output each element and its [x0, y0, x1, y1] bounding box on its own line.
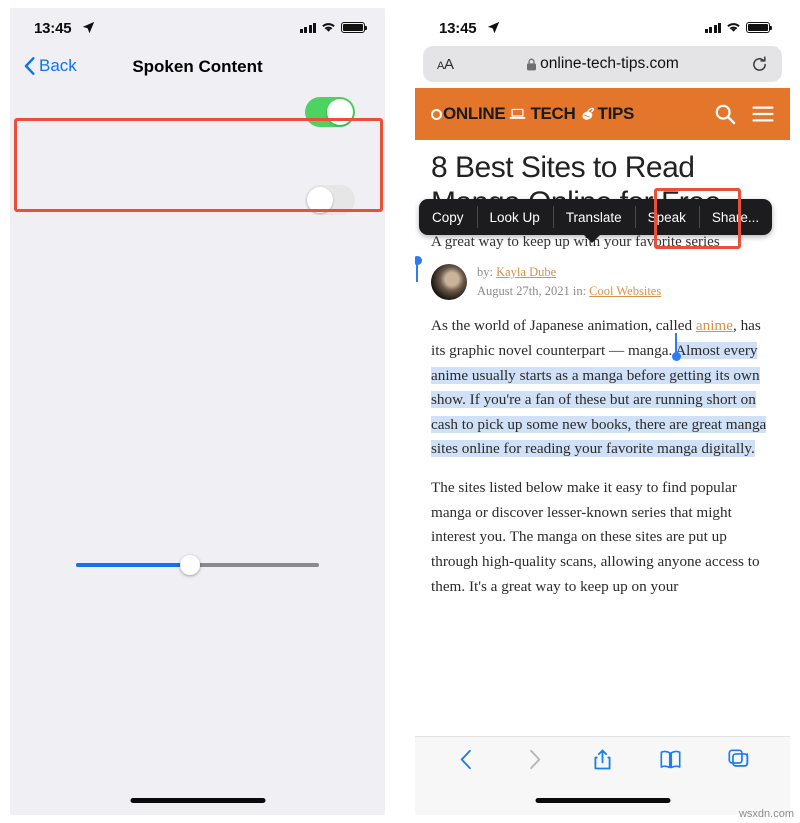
settings-background	[10, 8, 385, 815]
right-phone-safari: 13:45 AA online-tech-tips.com ONLINE TEC…	[415, 8, 790, 815]
location-arrow-icon	[82, 21, 95, 34]
logo-word-online: ONLINE	[443, 104, 506, 123]
article-date: August 27th, 2021	[477, 283, 570, 298]
handle-bar	[416, 260, 419, 282]
home-indicator	[130, 798, 265, 803]
text-selection-context-menu: Copy Look Up Translate Speak Share...	[419, 199, 773, 235]
right-status-bar: 13:45	[415, 8, 790, 46]
status-time: 13:45	[34, 20, 72, 37]
screenshot-stage: 13:45 Back Spoken Content 13:45 AA onlin…	[0, 0, 800, 823]
article-subtitle: A great way to keep up with your favorit…	[431, 233, 720, 250]
logo-o-ring-icon	[431, 108, 442, 120]
selected-text[interactable]: Almost every anime usually starts as a m…	[431, 341, 767, 458]
byline-prefix: by:	[477, 264, 493, 279]
article-byline: by: Kayla Dube August 27th, 2021 in: Coo…	[431, 263, 774, 301]
toggle-knob	[327, 99, 353, 125]
author-link[interactable]: Kayla Dube	[496, 265, 556, 279]
author-avatar	[431, 263, 467, 300]
safari-url-bar[interactable]: AA online-tech-tips.com	[423, 46, 782, 82]
article-body: 8 Best Sites to Read Manga Online for Fr…	[415, 140, 790, 599]
battery-full-icon	[746, 22, 772, 33]
speak-screen-toggle[interactable]	[305, 184, 355, 215]
byline-text: by: Kayla Dube August 27th, 2021 in: Coo…	[477, 263, 661, 301]
toggle-knob	[307, 186, 333, 213]
book-icon[interactable]	[659, 748, 682, 771]
category-link[interactable]: Cool Websites	[589, 284, 661, 298]
slider-fill	[76, 562, 191, 567]
location-arrow-icon	[487, 21, 500, 34]
article-paragraph-2: The sites listed below make it easy to f…	[431, 479, 760, 595]
anime-link[interactable]: anime	[696, 317, 733, 334]
url-text: online-tech-tips.com	[540, 55, 679, 72]
page-title: Spoken Content	[132, 57, 263, 76]
speaking-rate-slider[interactable]	[76, 554, 319, 575]
paragraph1-pre: As the world of Japanese animation, call…	[431, 317, 696, 335]
ctx-speak-button[interactable]: Speak	[634, 199, 699, 235]
wifi-icon	[727, 23, 740, 32]
safari-bottom-toolbar	[415, 736, 790, 815]
cellular-signal-icon	[704, 22, 721, 33]
ctx-share-button[interactable]: Share...	[698, 199, 772, 235]
chevron-right-icon[interactable]	[523, 748, 546, 771]
wifi-icon	[322, 23, 335, 32]
search-icon[interactable]	[714, 103, 736, 125]
left-status-bar: 13:45	[10, 8, 385, 46]
ctx-translate-button[interactable]: Translate	[552, 199, 635, 235]
slider-thumb[interactable]	[180, 554, 201, 575]
settings-navbar: Back Spoken Content	[10, 46, 385, 90]
toolbar-row	[415, 737, 790, 781]
text-size-button[interactable]: AA	[437, 56, 454, 73]
context-menu-pointer	[583, 234, 601, 243]
category-prefix: in:	[572, 283, 587, 298]
handle-dot	[671, 352, 681, 361]
mouse-icon	[582, 107, 594, 120]
chevron-left-icon[interactable]	[455, 748, 478, 771]
site-header-bar: ONLINE TECH TIPS	[415, 88, 790, 140]
url-field[interactable]: online-tech-tips.com	[423, 55, 782, 73]
logo-word-tech: TECH	[530, 104, 576, 123]
article-paragraph-1: As the world of Japanese animation, call…	[431, 314, 774, 462]
reload-icon[interactable]	[751, 55, 768, 73]
left-phone-settings: 13:45 Back Spoken Content	[10, 8, 385, 815]
lock-icon	[527, 58, 537, 70]
share-icon[interactable]	[591, 748, 614, 771]
ctx-lookup-button[interactable]: Look Up	[476, 199, 553, 235]
battery-full-icon	[341, 22, 367, 33]
status-indicators	[704, 20, 772, 33]
cellular-signal-icon	[299, 22, 316, 33]
site-logo[interactable]: ONLINE TECH TIPS	[431, 104, 698, 124]
status-indicators	[299, 20, 367, 33]
status-time: 13:45	[439, 20, 477, 37]
ctx-copy-button[interactable]: Copy	[419, 199, 477, 235]
speak-selection-toggle[interactable]	[305, 97, 355, 127]
hamburger-menu-icon[interactable]	[752, 103, 774, 125]
watermark: wsxdn.com	[738, 808, 794, 820]
home-indicator	[535, 798, 670, 803]
tabs-icon[interactable]	[727, 748, 750, 771]
logo-word-tips: TIPS	[597, 104, 635, 123]
laptop-icon	[510, 108, 526, 119]
